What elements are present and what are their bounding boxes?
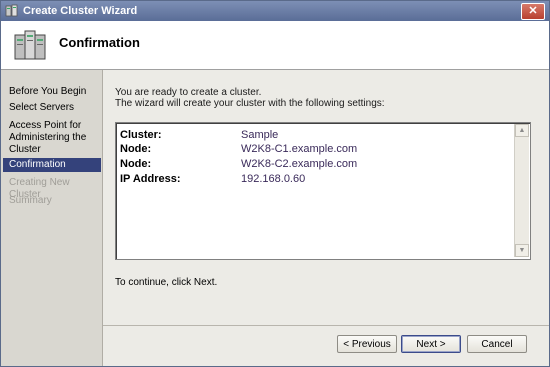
intro-line-2: The wizard will create your cluster with… [115, 98, 385, 109]
intro-text: You are ready to create a cluster. The w… [115, 87, 385, 109]
scroll-down-icon: ▼ [518, 247, 526, 254]
nav-item-summary: Summary [9, 195, 52, 206]
setting-value: 192.168.0.60 [241, 173, 306, 185]
scroll-down-button[interactable]: ▼ [515, 244, 529, 257]
scroll-up-icon: ▲ [518, 127, 526, 134]
vertical-scrollbar[interactable]: ▲ ▼ [514, 124, 529, 257]
settings-listbox[interactable]: Cluster: Sample Node: W2K8-C1.example.co… [115, 122, 531, 260]
button-separator [103, 325, 549, 326]
cluster-wizard-icon [5, 4, 18, 17]
setting-label: IP Address: [120, 173, 181, 185]
close-icon: ✕ [528, 5, 538, 17]
window-title: Create Cluster Wizard [23, 5, 138, 17]
nav-item-select-servers[interactable]: Select Servers [3, 102, 101, 114]
scroll-up-button[interactable]: ▲ [515, 124, 529, 137]
page-title: Confirmation [59, 35, 140, 50]
setting-row-node-1: Node: W2K8-C1.example.com [120, 143, 357, 156]
cancel-button[interactable]: Cancel [467, 335, 527, 353]
title-bar[interactable]: Create Cluster Wizard ✕ [1, 1, 549, 21]
previous-button[interactable]: < Previous [337, 335, 397, 353]
setting-label: Cluster: [120, 129, 162, 141]
wizard-window: Create Cluster Wizard ✕ Confirmation Bef… [0, 0, 550, 367]
setting-label: Node: [120, 143, 152, 155]
next-button[interactable]: Next > [401, 335, 461, 353]
setting-row-node-2: Node: W2K8-C2.example.com [120, 158, 357, 171]
setting-label: Node: [120, 158, 152, 170]
nav-item-confirmation[interactable]: Confirmation [3, 158, 101, 172]
intro-line-1: You are ready to create a cluster. [115, 87, 262, 98]
setting-row-ip-address: IP Address: 192.168.0.60 [120, 173, 305, 186]
wizard-steps-nav: Before You Begin Select Servers Access P… [1, 70, 103, 366]
close-button[interactable]: ✕ [521, 3, 545, 20]
nav-item-before-you-begin[interactable]: Before You Begin [3, 86, 101, 98]
wizard-content: You are ready to create a cluster. The w… [103, 70, 549, 366]
continue-instruction: To continue, click Next. [115, 277, 218, 288]
wizard-header: Confirmation [1, 21, 549, 70]
setting-value: W2K8-C1.example.com [241, 143, 358, 155]
cluster-servers-icon [14, 30, 46, 60]
setting-value: Sample [241, 129, 279, 141]
setting-row-cluster: Cluster: Sample [120, 129, 278, 142]
setting-value: W2K8-C2.example.com [241, 158, 358, 170]
nav-item-access-point[interactable]: Access Point for Administering the Clust… [3, 120, 101, 156]
